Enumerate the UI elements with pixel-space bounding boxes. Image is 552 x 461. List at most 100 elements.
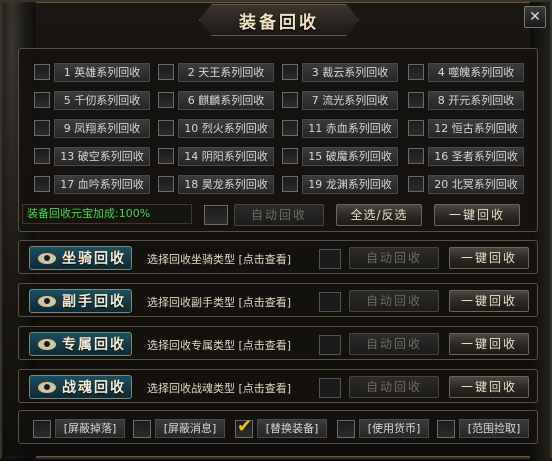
series-item[interactable]: 10 烈火系列回收 — [158, 118, 274, 138]
series-item[interactable]: 18 昊龙系列回收 — [158, 174, 274, 194]
series-checkbox[interactable] — [282, 120, 298, 136]
category-type-link[interactable]: 选择回收坐骑类型 [点击查看] — [147, 251, 291, 267]
option-checkbox[interactable] — [133, 419, 151, 438]
category-panel: 坐骑回收 选择回收坐骑类型 [点击查看] 自动回收 一键回收 — [18, 240, 538, 274]
series-item[interactable]: 1 英雄系列回收 — [34, 62, 150, 82]
category-auto-checkbox[interactable] — [319, 378, 341, 398]
category-auto-button[interactable]: 自动回收 — [349, 376, 439, 398]
category-auto-button[interactable]: 自动回收 — [349, 333, 439, 355]
category-auto-checkbox[interactable] — [319, 249, 341, 269]
series-label: 15 破魔系列回收 — [302, 146, 398, 166]
title-plate: 装备回收 — [199, 4, 359, 36]
series-checkbox[interactable] — [282, 64, 298, 80]
eye-icon — [38, 295, 56, 307]
category-type-link[interactable]: 选择回收副手类型 [点击查看] — [147, 294, 291, 310]
option-item[interactable]: [屏蔽掉落] — [33, 419, 125, 438]
series-checkbox[interactable] — [408, 176, 424, 192]
category-badge[interactable]: 副手回收 — [29, 289, 132, 313]
series-item[interactable]: 5 千仞系列回收 — [34, 90, 150, 110]
series-label: 4 噬魄系列回收 — [428, 62, 524, 82]
category-badge-label: 专属回收 — [62, 337, 126, 353]
series-checkbox[interactable] — [282, 176, 298, 192]
category-auto-checkbox[interactable] — [319, 335, 341, 355]
option-item[interactable]: [替换装备] — [235, 416, 327, 438]
one-key-recycle-button[interactable]: 一键回收 — [434, 204, 520, 226]
series-label: 13 破空系列回收 — [54, 146, 150, 166]
series-checkbox[interactable] — [158, 92, 174, 108]
eye-icon — [38, 381, 56, 393]
series-checkbox[interactable] — [158, 148, 174, 164]
option-item[interactable]: [使用货币] — [337, 419, 429, 438]
series-label: 11 赤血系列回收 — [302, 118, 398, 138]
series-checkbox[interactable] — [408, 120, 424, 136]
auto-recycle-checkbox[interactable] — [204, 205, 228, 225]
auto-recycle-button[interactable]: 自动回收 — [234, 204, 324, 226]
series-label: 6 麒麟系列回收 — [178, 90, 274, 110]
series-checkbox[interactable] — [34, 148, 50, 164]
category-badge[interactable]: 战魂回收 — [29, 375, 132, 399]
select-all-button[interactable]: 全选/反选 — [336, 204, 422, 226]
option-checkbox[interactable] — [437, 419, 455, 438]
option-item[interactable]: [范围捡取] — [437, 419, 529, 438]
series-item[interactable]: 17 血吟系列回收 — [34, 174, 150, 194]
category-auto-checkbox[interactable] — [319, 292, 341, 312]
category-auto-button[interactable]: 自动回收 — [349, 290, 439, 312]
series-item[interactable]: 20 北冥系列回收 — [408, 174, 524, 194]
series-item[interactable]: 16 圣者系列回收 — [408, 146, 524, 166]
series-checkbox[interactable] — [408, 92, 424, 108]
series-item[interactable]: 9 凤翔系列回收 — [34, 118, 150, 138]
series-item[interactable]: 15 破魔系列回收 — [282, 146, 398, 166]
series-item[interactable]: 19 龙渊系列回收 — [282, 174, 398, 194]
series-item[interactable]: 4 噬魄系列回收 — [408, 62, 524, 82]
series-label: 17 血吟系列回收 — [54, 174, 150, 194]
eye-icon — [38, 252, 56, 264]
series-checkbox[interactable] — [34, 176, 50, 192]
series-item[interactable]: 7 流光系列回收 — [282, 90, 398, 110]
series-item[interactable]: 13 破空系列回收 — [34, 146, 150, 166]
option-label: [范围捡取] — [459, 419, 529, 438]
series-checkbox[interactable] — [158, 120, 174, 136]
series-checkbox[interactable] — [408, 64, 424, 80]
series-label: 12 恒古系列回收 — [428, 118, 524, 138]
series-checkbox[interactable] — [158, 176, 174, 192]
option-checkbox[interactable] — [235, 416, 253, 438]
category-one-key-button[interactable]: 一键回收 — [449, 376, 529, 398]
series-checkbox[interactable] — [34, 120, 50, 136]
category-one-key-button[interactable]: 一键回收 — [449, 247, 529, 269]
category-auto-button[interactable]: 自动回收 — [349, 247, 439, 269]
series-checkbox[interactable] — [408, 148, 424, 164]
category-type-link[interactable]: 选择回收战魂类型 [点击查看] — [147, 380, 291, 396]
series-label: 19 龙渊系列回收 — [302, 174, 398, 194]
series-item[interactable]: 6 麒麟系列回收 — [158, 90, 274, 110]
series-checkbox[interactable] — [34, 64, 50, 80]
series-item[interactable]: 8 开元系列回收 — [408, 90, 524, 110]
close-button[interactable]: ✕ — [524, 6, 546, 28]
series-label: 16 圣者系列回收 — [428, 146, 524, 166]
series-label: 2 天王系列回收 — [178, 62, 274, 82]
series-label: 20 北冥系列回收 — [428, 174, 524, 194]
series-item[interactable]: 14 阴阳系列回收 — [158, 146, 274, 166]
series-item[interactable]: 2 天王系列回收 — [158, 62, 274, 82]
category-panel: 战魂回收 选择回收战魂类型 [点击查看] 自动回收 一键回收 — [18, 369, 538, 403]
category-badge-label: 副手回收 — [62, 294, 126, 310]
option-checkbox[interactable] — [33, 419, 51, 438]
series-item[interactable]: 11 赤血系列回收 — [282, 118, 398, 138]
series-checkbox[interactable] — [158, 64, 174, 80]
series-item[interactable]: 12 恒古系列回收 — [408, 118, 524, 138]
category-one-key-button[interactable]: 一键回收 — [449, 290, 529, 312]
category-one-key-button[interactable]: 一键回收 — [449, 333, 529, 355]
category-badge[interactable]: 专属回收 — [29, 332, 132, 356]
category-panel: 专属回收 选择回收专属类型 [点击查看] 自动回收 一键回收 — [18, 326, 538, 360]
category-type-link[interactable]: 选择回收专属类型 [点击查看] — [147, 337, 291, 353]
option-checkbox[interactable] — [337, 419, 355, 438]
series-checkbox[interactable] — [282, 148, 298, 164]
series-label: 18 昊龙系列回收 — [178, 174, 274, 194]
category-badge[interactable]: 坐骑回收 — [29, 246, 132, 270]
bonus-text: 装备回收元宝加成:100% — [22, 204, 192, 224]
option-label: [屏蔽消息] — [155, 419, 225, 438]
series-label: 14 阴阳系列回收 — [178, 146, 274, 166]
option-item[interactable]: [屏蔽消息] — [133, 419, 225, 438]
series-item[interactable]: 3 裁云系列回收 — [282, 62, 398, 82]
series-checkbox[interactable] — [34, 92, 50, 108]
series-checkbox[interactable] — [282, 92, 298, 108]
